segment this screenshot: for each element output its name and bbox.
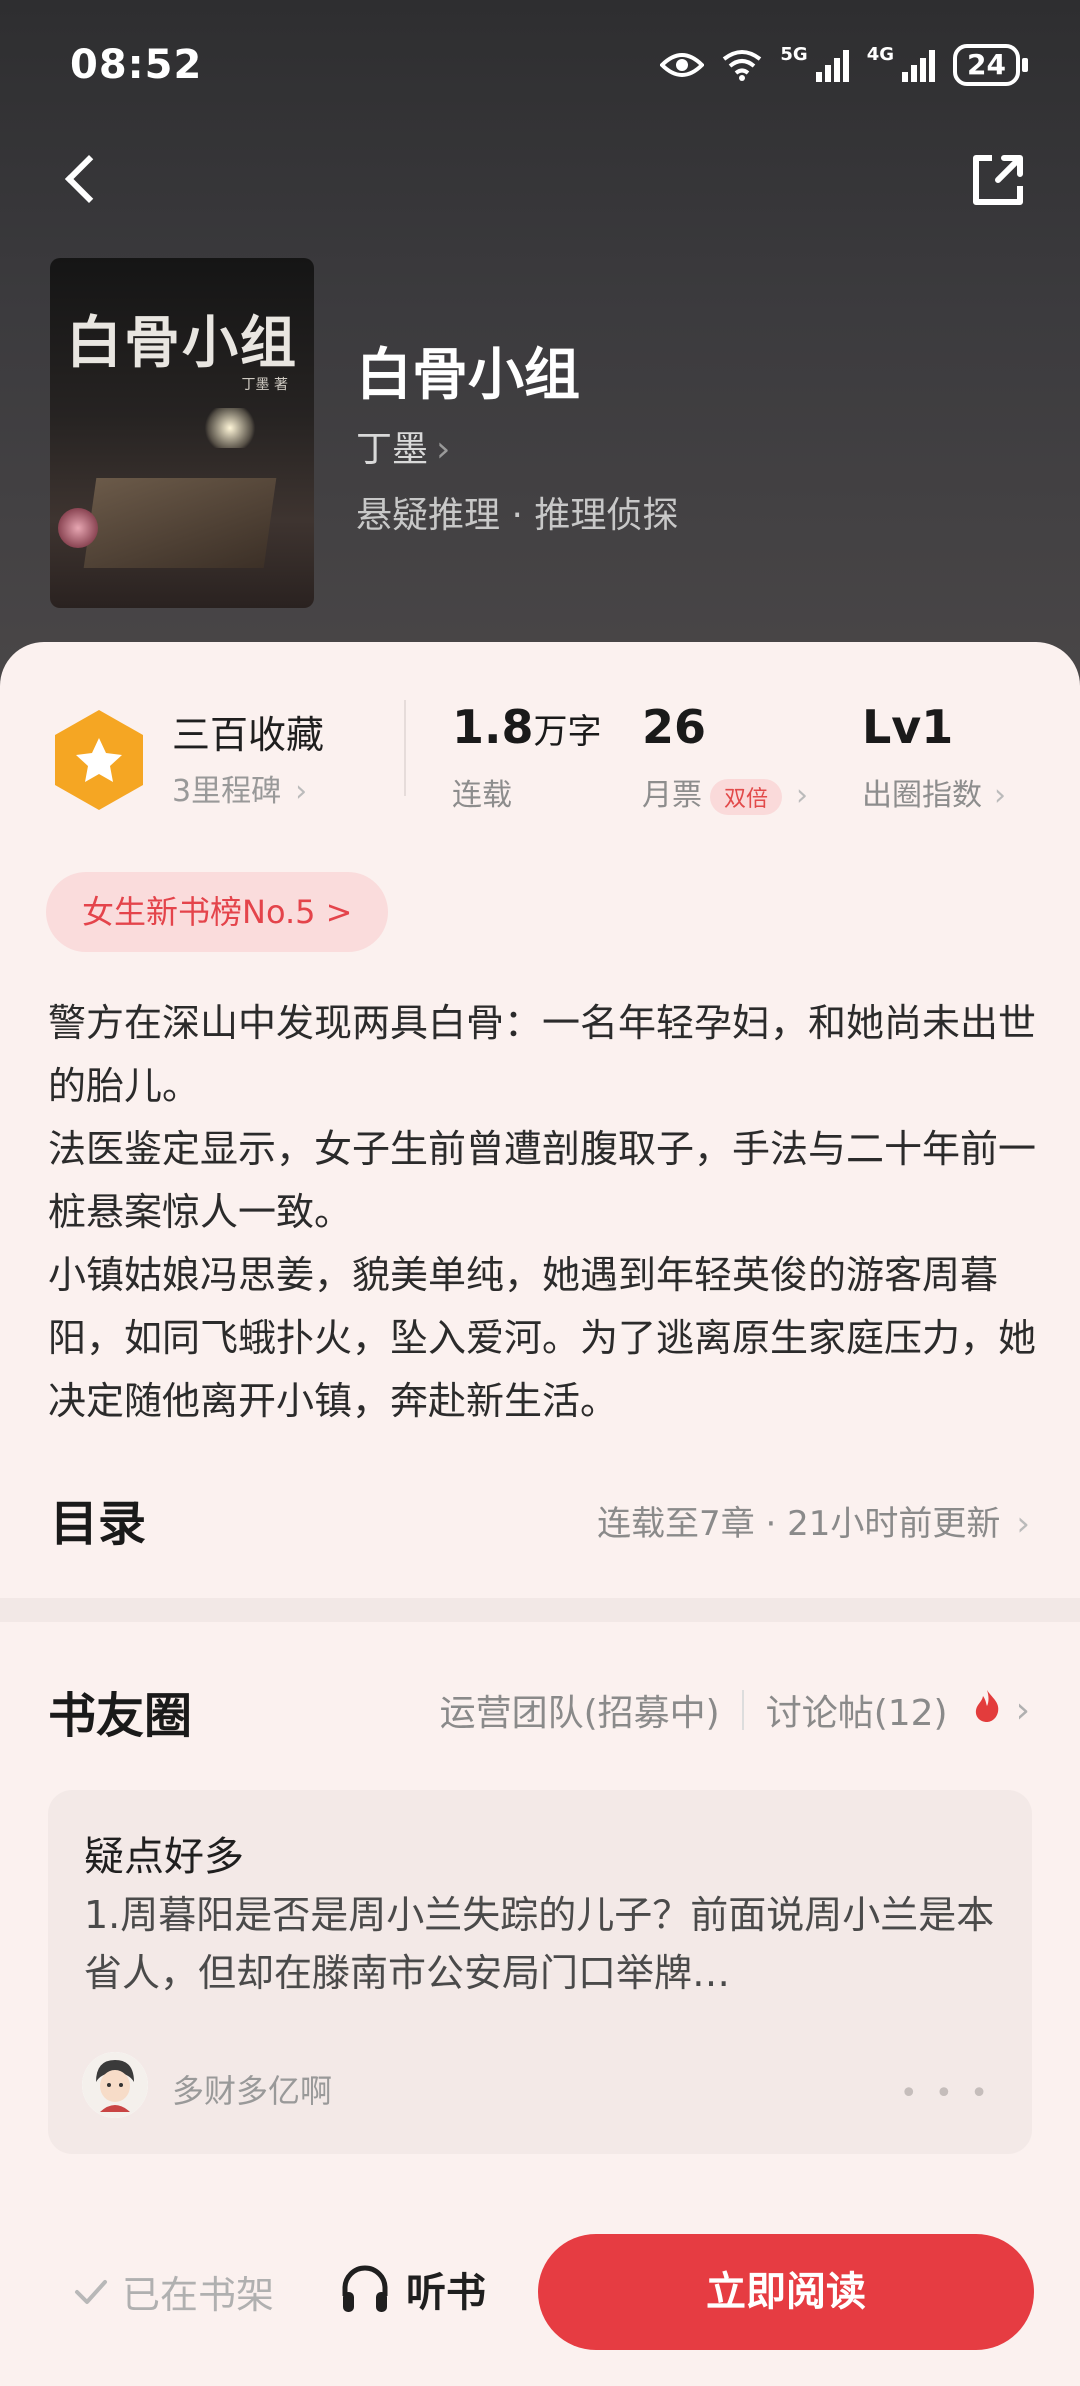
description-paragraph: 小镇姑娘冯思姜，貌美单纯，她遇到年轻英俊的游客周暮阳，如同飞蛾扑火，坠入爱河。为… (48, 1253, 1037, 1423)
check-icon (75, 2279, 107, 2304)
network-4g-label: 4G (866, 44, 895, 65)
chevron-right-icon: › (796, 778, 809, 813)
toc-link[interactable]: 连载至7章 · 21小时前更新 › (597, 1496, 1030, 1545)
word-count: 1.8万字 (452, 700, 602, 754)
ops-team-link[interactable]: 运营团队(招募中) (440, 1684, 720, 1736)
book-cover[interactable]: 白骨小组 丁墨 著 (50, 258, 314, 608)
chevron-right-icon: › (994, 778, 1006, 813)
more-dots-icon[interactable]: • • • (900, 2076, 992, 2111)
headphones-icon (342, 2265, 388, 2312)
description-paragraph: 警方在深山中发现两具白骨：一名年轻孕妇，和她尚未出世的胎儿。 (48, 1001, 1037, 1108)
back-arrow-icon[interactable] (60, 150, 110, 210)
section-divider (0, 1598, 1080, 1622)
circle-meta: 运营团队(招募中) 讨论帖(12) › (440, 1684, 1030, 1736)
post-title: 疑点好多 (84, 1834, 244, 1880)
chevron-right-icon: › (295, 774, 308, 809)
tickets-label: 月票 (642, 778, 702, 813)
discussion-link[interactable]: 讨论帖(12) (766, 1684, 948, 1736)
listen-button[interactable]: 听书 (338, 2260, 486, 2318)
chevron-right-icon: › (1016, 1504, 1030, 1544)
monthly-tickets: 26 (642, 700, 707, 754)
word-count-value: 1.8 (452, 700, 534, 754)
star-badge-icon[interactable] (52, 708, 146, 812)
cover-lamp (200, 408, 260, 448)
rank-badge[interactable]: 女生新书榜No.5 > (46, 872, 389, 952)
book-author-link[interactable]: 丁墨 › (356, 420, 450, 472)
description-paragraph: 法医鉴定显示，女子生前曾遭剖腹取子，手法与二十年前一桩悬案惊人一致。 (48, 1127, 1037, 1234)
shelf-label: 已在书架 (122, 2273, 275, 2317)
chevron-right-icon[interactable]: › (1016, 1690, 1030, 1731)
chevron-right-icon: › (436, 429, 451, 470)
collection-label: 三百收藏 (172, 713, 325, 757)
signal-icon (815, 48, 849, 82)
word-status: 连载 (452, 778, 512, 813)
post-username[interactable]: 多财多亿啊 (172, 2066, 332, 2112)
meta-separator (741, 1690, 744, 1730)
battery-indicator: 24 (953, 44, 1028, 86)
level-label: 出圈指数 (862, 778, 982, 813)
level-value: Lv1 (862, 700, 954, 754)
monthly-tickets-link[interactable]: 月票 双倍 › (642, 770, 808, 815)
network-5g-label: 5G (780, 44, 808, 65)
in-shelf-button[interactable]: 已在书架 (74, 2264, 274, 2319)
book-description[interactable]: 警方在深山中发现两具白骨：一名年轻孕妇，和她尚未出世的胎儿。 法医鉴定显示，女子… (48, 992, 1038, 1433)
cover-table (83, 478, 277, 568)
avatar[interactable] (82, 2052, 148, 2118)
milestone-link[interactable]: 3里程碑 › (172, 766, 307, 810)
flame-icon (972, 1688, 1002, 1733)
book-title: 白骨小组 (356, 343, 580, 408)
signal-icon-2 (902, 48, 936, 82)
status-time: 08:52 (70, 42, 203, 88)
book-category: 悬疑推理 · 推理侦探 (356, 495, 679, 536)
read-now-button[interactable]: 立即阅读 (538, 2234, 1034, 2350)
cover-flower (58, 508, 98, 548)
level-link[interactable]: 出圈指数 › (862, 770, 1006, 814)
post-body: 1.周暮阳是否是周小兰失踪的儿子？前面说周小兰是本省人，但却在滕南市公安局门口举… (84, 1893, 995, 1995)
circle-title: 书友圈 (48, 1688, 193, 1744)
cover-author: 丁墨 著 (241, 377, 288, 393)
listen-label: 听书 (406, 2270, 486, 2316)
stat-divider (404, 700, 406, 796)
discussion-post-card[interactable]: 疑点好多 1.周暮阳是否是周小兰失踪的儿子？前面说周小兰是本省人，但却在滕南市公… (48, 1790, 1032, 2154)
eye-icon (660, 53, 705, 77)
toc-meta-text: 连载至7章 · 21小时前更新 (597, 1504, 1001, 1544)
toc-title: 目录 (50, 1496, 147, 1552)
cover-title: 白骨小组 (66, 310, 298, 376)
wifi-icon (723, 50, 762, 81)
share-icon[interactable] (968, 150, 1028, 210)
author-name: 丁墨 (356, 429, 429, 470)
double-badge: 双倍 (710, 778, 783, 815)
status-bar: 08:52 5G 4G 24 (0, 0, 1080, 130)
milestone-text: 3里程碑 (172, 774, 282, 809)
status-icons: 5G 4G 24 (660, 44, 1028, 86)
word-count-unit: 万字 (533, 712, 602, 752)
